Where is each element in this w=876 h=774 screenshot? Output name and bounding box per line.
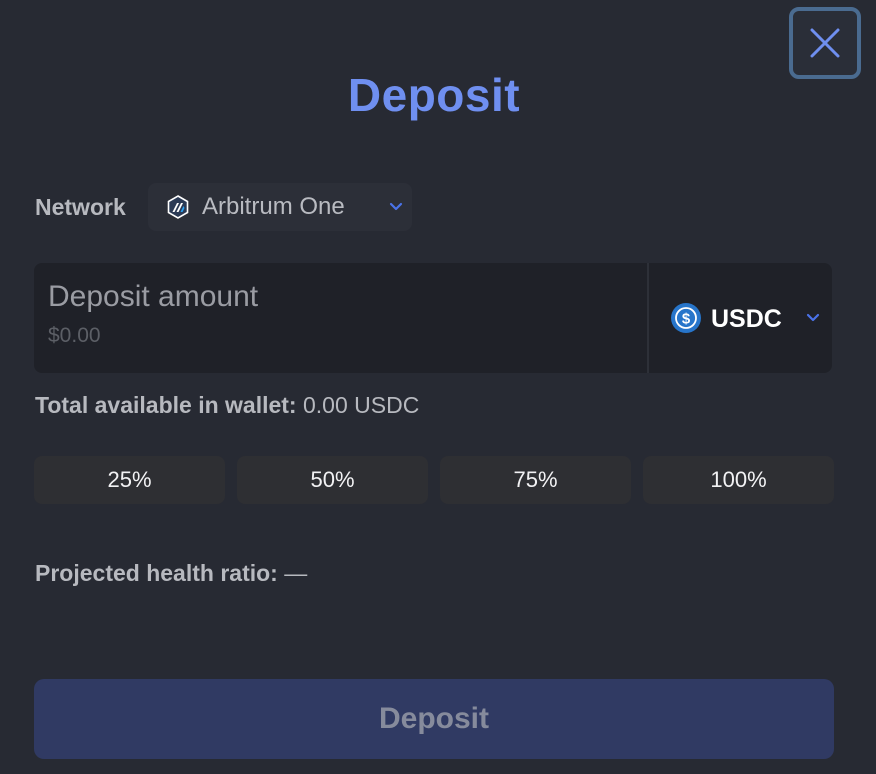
arbitrum-icon: [167, 195, 189, 219]
wallet-balance-label: Total available in wallet:: [35, 392, 297, 418]
amount-panel: $0.00 $ USDC: [34, 263, 832, 373]
percent-50-button[interactable]: 50%: [237, 456, 428, 504]
token-select[interactable]: $ USDC: [649, 263, 832, 373]
percent-100-button[interactable]: 100%: [643, 456, 834, 504]
percent-75-button[interactable]: 75%: [440, 456, 631, 504]
usdc-icon: $: [671, 303, 701, 333]
percent-25-button[interactable]: 25%: [34, 456, 225, 504]
network-label: Network: [35, 194, 126, 220]
wallet-balance-value: 0.00 USDC: [302, 392, 420, 418]
network-select[interactable]: Arbitrum One: [148, 183, 412, 231]
svg-text:$: $: [682, 311, 691, 328]
health-ratio-value: —: [284, 560, 308, 586]
deposit-amount-input[interactable]: [48, 273, 628, 321]
health-ratio-label: Projected health ratio:: [35, 560, 278, 586]
percent-buttons: 25% 50% 75% 100%: [34, 456, 834, 504]
usd-value: $0.00: [48, 324, 101, 347]
chevron-down-icon: [806, 313, 820, 322]
token-name: USDC: [711, 305, 782, 333]
deposit-button[interactable]: Deposit: [34, 679, 834, 759]
chevron-down-icon: [389, 202, 403, 211]
close-icon: [810, 28, 840, 58]
modal-title: Deposit: [347, 69, 521, 121]
wallet-balance: Total available in wallet: 0.00 USDC: [35, 392, 419, 419]
deposit-modal: Deposit Network Arbitrum One $0.00 $ USD…: [0, 0, 876, 774]
network-name: Arbitrum One: [202, 193, 345, 220]
projected-health-ratio: Projected health ratio: —: [35, 560, 307, 587]
